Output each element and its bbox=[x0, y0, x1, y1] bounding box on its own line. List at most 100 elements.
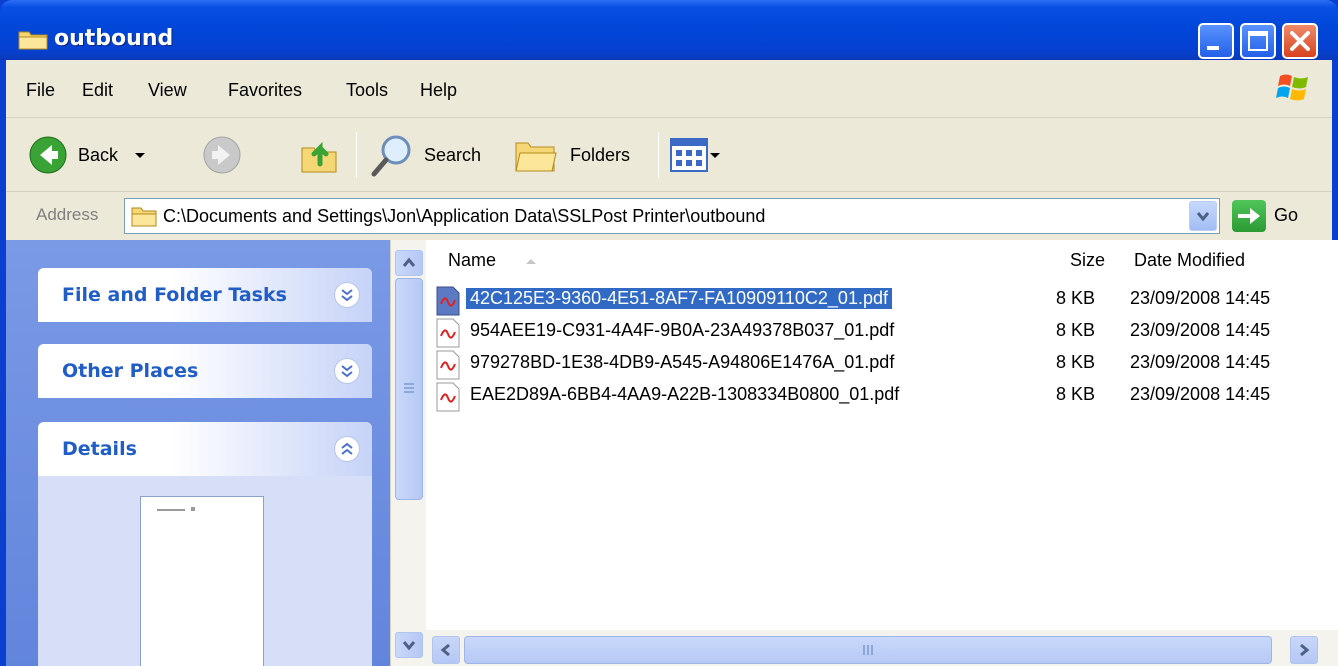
address-input[interactable]: C:\Documents and Settings\Jon\Applicatio… bbox=[124, 198, 1220, 234]
forward-arrow-icon bbox=[203, 136, 241, 174]
back-arrow-icon bbox=[29, 136, 67, 174]
file-name: 42C125E3-9360-4E51-8AF7-FA10909110C2_01.… bbox=[465, 287, 893, 310]
pdf-file-icon bbox=[436, 350, 460, 380]
file-folder-tasks-panel[interactable]: File and Folder Tasks bbox=[38, 268, 372, 322]
file-date: 23/09/2008 14:45 bbox=[1130, 288, 1271, 308]
vertical-scrollbar[interactable] bbox=[390, 240, 426, 666]
file-size: 8 KB bbox=[1056, 288, 1096, 308]
column-header-name[interactable]: Name bbox=[448, 250, 496, 271]
scroll-down-button[interactable] bbox=[395, 632, 423, 658]
file-size: 8 KB bbox=[1056, 384, 1096, 404]
maximize-icon bbox=[1248, 31, 1268, 51]
expand-button[interactable] bbox=[334, 358, 360, 384]
minimize-icon bbox=[1207, 46, 1219, 50]
file-name: 954AEE19-C931-4A4F-9B0A-23A49378B037_01.… bbox=[470, 320, 895, 340]
chevron-down-icon[interactable] bbox=[708, 145, 722, 165]
menu-edit[interactable]: Edit bbox=[82, 80, 113, 101]
menu-view[interactable]: View bbox=[148, 80, 187, 101]
go-arrow-icon bbox=[1238, 208, 1260, 224]
details-panel: Details bbox=[38, 422, 372, 666]
folders-button[interactable]: Folders bbox=[514, 130, 630, 180]
menu-bar: File Edit View Favorites Tools Help bbox=[6, 60, 1332, 118]
panel-title[interactable]: File and Folder Tasks bbox=[62, 284, 287, 306]
panel-header[interactable]: Details bbox=[38, 422, 372, 476]
back-button[interactable]: Back bbox=[28, 130, 150, 180]
forward-button[interactable] bbox=[202, 130, 242, 180]
menu-help[interactable]: Help bbox=[420, 80, 457, 101]
file-row[interactable]: 979278BD-1E38-4DB9-A545-A94806E1476A_01.… bbox=[434, 348, 1324, 380]
minimize-button[interactable] bbox=[1198, 23, 1234, 59]
close-button[interactable] bbox=[1282, 23, 1318, 59]
file-row[interactable]: EAE2D89A-6BB4-4AA9-A22B-1308334B0800_01.… bbox=[434, 380, 1324, 412]
toolbar-separator bbox=[356, 132, 357, 178]
panel-title[interactable]: Other Places bbox=[62, 360, 198, 382]
up-folder-icon bbox=[301, 141, 337, 173]
chevron-down-icon bbox=[341, 289, 353, 302]
task-pane: File and Folder Tasks Other Places Detai… bbox=[6, 240, 390, 666]
menu-favorites[interactable]: Favorites bbox=[228, 80, 302, 101]
search-icon bbox=[371, 135, 411, 177]
collapse-button[interactable] bbox=[334, 436, 360, 462]
scroll-thumb[interactable] bbox=[395, 278, 423, 500]
other-places-panel[interactable]: Other Places bbox=[38, 344, 372, 398]
menu-file[interactable]: File bbox=[26, 80, 55, 101]
folders-icon bbox=[515, 142, 557, 172]
title-bar[interactable]: outbound bbox=[0, 0, 1338, 60]
file-size: 8 KB bbox=[1056, 320, 1096, 340]
panel-header[interactable]: Other Places bbox=[38, 344, 372, 398]
chevron-down-icon bbox=[341, 365, 353, 378]
grip-icon bbox=[863, 645, 873, 655]
address-dropdown-button[interactable] bbox=[1189, 201, 1217, 231]
search-button[interactable]: Search bbox=[370, 130, 481, 180]
explorer-window: outbound File Edit View Favorites Tools … bbox=[0, 0, 1338, 666]
scroll-left-button[interactable] bbox=[432, 636, 460, 664]
panel-header[interactable]: File and Folder Tasks bbox=[38, 268, 372, 322]
pdf-file-icon bbox=[436, 382, 460, 412]
file-preview-thumbnail bbox=[140, 496, 264, 666]
file-name: EAE2D89A-6BB4-4AA9-A22B-1308334B0800_01.… bbox=[470, 384, 900, 404]
address-path: C:\Documents and Settings\Jon\Applicatio… bbox=[163, 206, 766, 226]
views-icon bbox=[670, 138, 708, 172]
chevron-down-icon[interactable] bbox=[130, 145, 150, 165]
toolbar: Back Search Folders bbox=[6, 118, 1332, 192]
address-label: Address bbox=[36, 205, 99, 224]
chevron-up-icon bbox=[341, 442, 353, 455]
panel-title[interactable]: Details bbox=[62, 438, 137, 460]
chevron-up-icon bbox=[402, 257, 416, 267]
chevron-down-icon bbox=[1196, 212, 1210, 222]
file-row[interactable]: 954AEE19-C931-4A4F-9B0A-23A49378B037_01.… bbox=[434, 316, 1324, 348]
back-label: Back bbox=[78, 144, 119, 165]
file-size: 8 KB bbox=[1056, 352, 1096, 372]
go-button[interactable] bbox=[1232, 200, 1266, 232]
views-button[interactable] bbox=[670, 130, 722, 180]
folders-label: Folders bbox=[570, 144, 631, 165]
file-row[interactable]: 42C125E3-9360-4E51-8AF7-FA10909110C2_01.… bbox=[434, 284, 1324, 316]
close-icon bbox=[1290, 31, 1310, 51]
column-header-size[interactable]: Size bbox=[1070, 250, 1105, 271]
scroll-thumb[interactable] bbox=[464, 636, 1272, 664]
chevron-left-icon bbox=[440, 643, 450, 657]
menu-tools[interactable]: Tools bbox=[346, 80, 388, 101]
chevron-down-icon bbox=[402, 641, 416, 651]
horizontal-scrollbar[interactable] bbox=[426, 630, 1338, 666]
details-body bbox=[38, 476, 372, 666]
file-date: 23/09/2008 14:45 bbox=[1130, 320, 1271, 340]
sort-ascending-icon bbox=[526, 259, 536, 264]
folder-icon bbox=[131, 207, 157, 227]
toolbar-separator bbox=[658, 132, 659, 178]
file-list: Name Size Date Modified 42C125E3-9360-4E… bbox=[426, 240, 1338, 636]
windows-logo-icon bbox=[1276, 74, 1308, 101]
maximize-button[interactable] bbox=[1240, 23, 1276, 59]
search-label: Search bbox=[424, 144, 482, 165]
go-label[interactable]: Go bbox=[1274, 205, 1298, 226]
file-date: 23/09/2008 14:45 bbox=[1130, 352, 1271, 372]
column-header-date[interactable]: Date Modified bbox=[1134, 250, 1245, 271]
up-folder-button[interactable] bbox=[298, 130, 340, 180]
scroll-up-button[interactable] bbox=[395, 250, 423, 276]
pdf-file-icon bbox=[436, 286, 460, 316]
preview-content-icon bbox=[157, 507, 195, 511]
chevron-right-icon bbox=[1300, 643, 1310, 657]
expand-button[interactable] bbox=[334, 282, 360, 308]
file-name: 979278BD-1E38-4DB9-A545-A94806E1476A_01.… bbox=[470, 352, 895, 372]
scroll-right-button[interactable] bbox=[1290, 636, 1318, 664]
